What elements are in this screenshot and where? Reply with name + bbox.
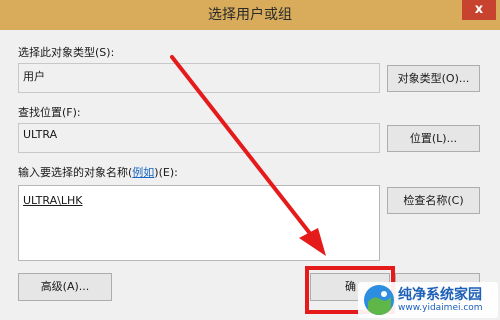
arrow-shaft [170,55,314,238]
annotation-arrow [170,55,326,256]
globe-icon [364,285,394,315]
watermark-title: 纯净系统家园 [398,287,482,303]
watermark-url: www.yidaimei.com [398,303,483,313]
watermark-logo: 纯净系统家园 www.yidaimei.com [358,282,498,318]
arrow-head [299,228,326,256]
